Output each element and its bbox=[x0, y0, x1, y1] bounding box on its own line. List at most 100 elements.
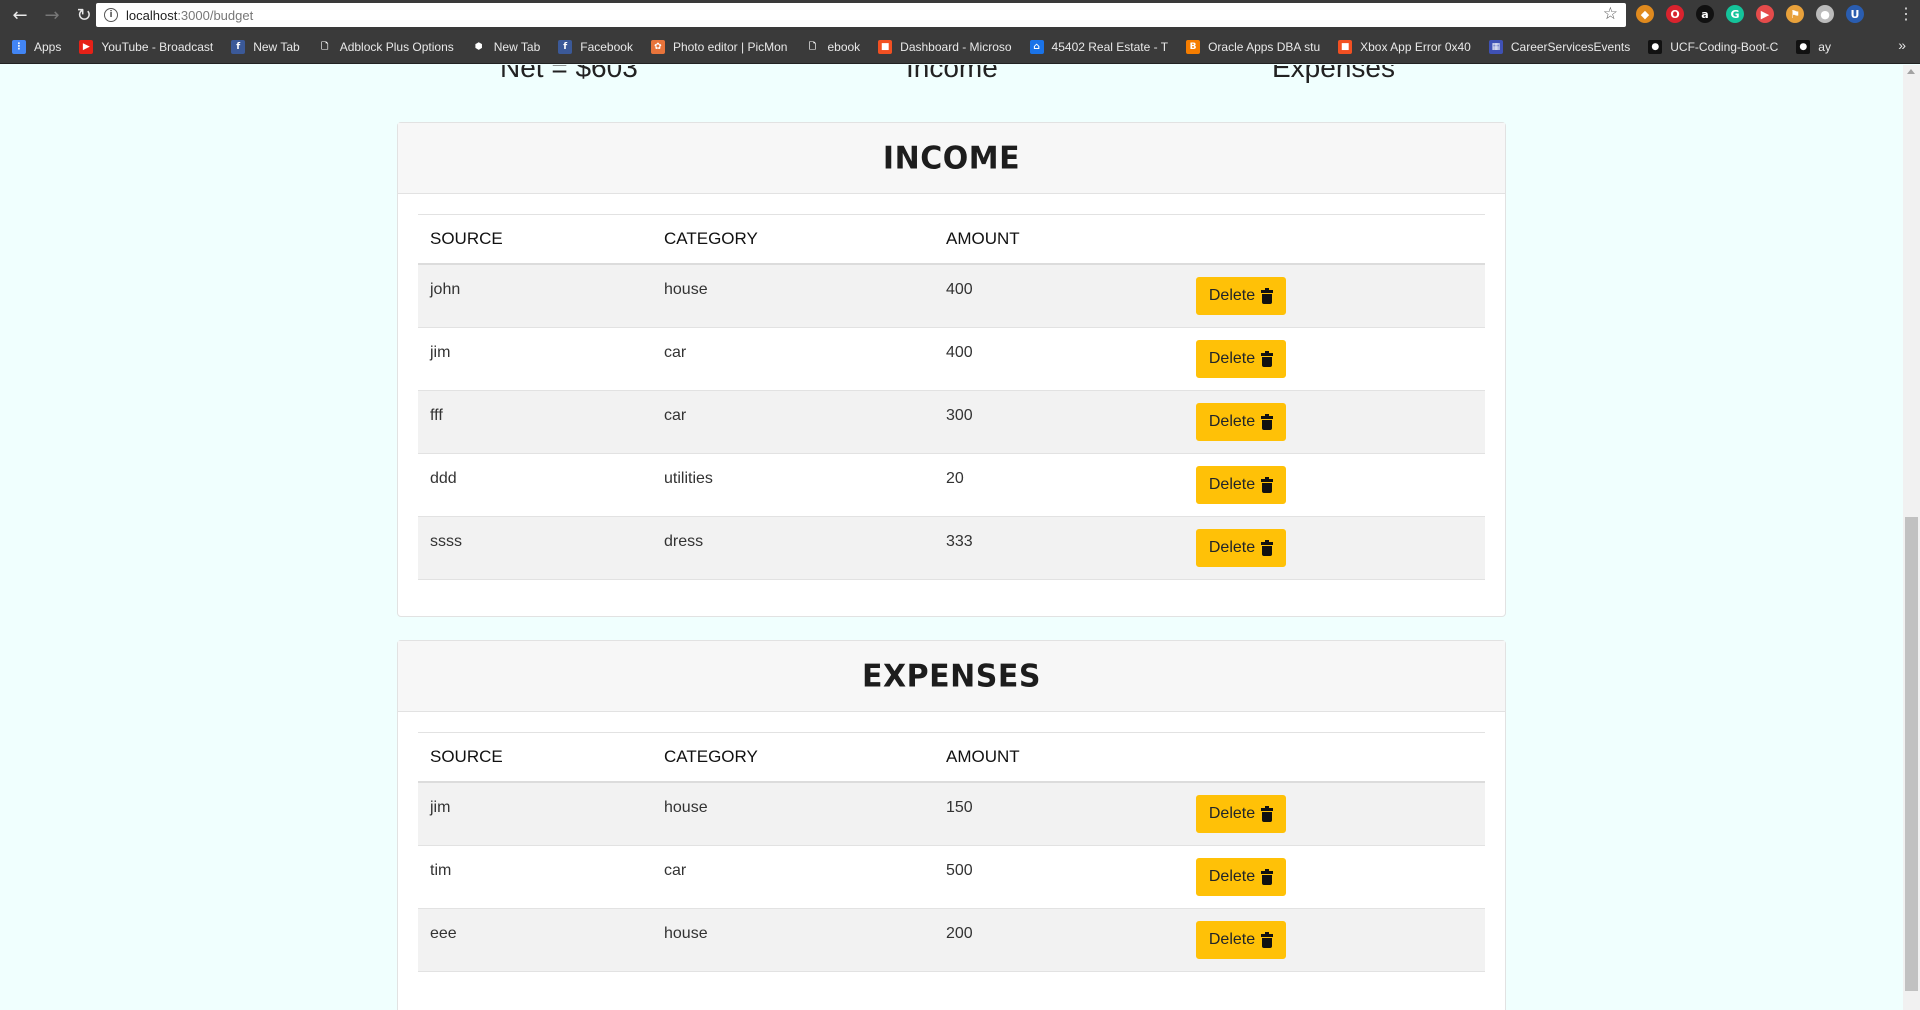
bookmark-label: CareerServicesEvents bbox=[1510, 39, 1631, 54]
bookmark-item[interactable]: 🗋 Adblock Plus Options bbox=[317, 39, 454, 54]
microsoft-icon: ■ bbox=[878, 39, 893, 54]
info-icon[interactable]: i bbox=[104, 8, 118, 22]
delete-button[interactable]: Delete bbox=[1196, 858, 1286, 896]
source-cell: john bbox=[430, 281, 461, 298]
menu-icon[interactable]: ⋮ bbox=[1898, 4, 1914, 24]
bookmark-star-icon[interactable]: ☆ bbox=[1603, 4, 1618, 24]
reload-icon[interactable]: ↻ bbox=[72, 3, 96, 27]
amount-cell: 400 bbox=[946, 281, 973, 298]
delete-button[interactable]: Delete bbox=[1196, 277, 1286, 315]
extensions-area: ◆ Oa G ▶ ⚑ ● U bbox=[1636, 5, 1864, 23]
category-cell: dress bbox=[664, 533, 704, 550]
income-heading[interactable]: Income bbox=[906, 65, 998, 84]
bookmark-item[interactable]: B Oracle Apps DBA stu bbox=[1186, 39, 1321, 54]
bookmark-item[interactable]: ✿ Photo editor | PicMon bbox=[650, 39, 788, 54]
actions-cell: Delete bbox=[1184, 909, 1485, 971]
apps-grid-icon: ⋮ bbox=[12, 39, 26, 54]
delete-button-label: Delete bbox=[1208, 539, 1256, 556]
url-path: :3000/budget bbox=[177, 7, 254, 23]
delete-button[interactable]: Delete bbox=[1196, 466, 1286, 504]
picmonkey-icon: ✿ bbox=[650, 39, 665, 54]
column-header-source: SOURCE bbox=[430, 747, 503, 766]
opera-extension-icon[interactable]: O bbox=[1666, 5, 1684, 23]
delete-button[interactable]: Delete bbox=[1196, 403, 1286, 441]
shield-extension-icon[interactable]: U bbox=[1846, 5, 1864, 23]
trash-icon bbox=[1261, 868, 1274, 885]
bookmark-item[interactable]: ▶ YouTube - Broadcast bbox=[79, 39, 214, 54]
delete-button-label: Delete bbox=[1208, 476, 1256, 493]
circle-extension-icon[interactable]: ● bbox=[1816, 5, 1834, 23]
diamond-extension-icon[interactable]: ◆ bbox=[1636, 5, 1654, 23]
expenses-table-row: tim car 500 Delete bbox=[418, 846, 1485, 909]
bookmark-label: Adblock Plus Options bbox=[339, 39, 454, 54]
bookmark-item[interactable]: ⋮ Apps bbox=[12, 39, 61, 54]
income-table: SOURCE CATEGORY AMOUNT john house 400 Delet… bbox=[418, 214, 1485, 580]
address-bar[interactable]: i localhost:3000/budget ☆ bbox=[96, 3, 1626, 27]
delete-button-label: Delete bbox=[1208, 287, 1256, 304]
source-cell: tim bbox=[430, 862, 452, 879]
delete-button-label: Delete bbox=[1208, 413, 1256, 430]
expenses-table-row: jim house 150 Delete bbox=[418, 783, 1485, 846]
bookmark-item[interactable]: ● ay bbox=[1796, 39, 1831, 54]
delete-button[interactable]: Delete bbox=[1196, 340, 1286, 378]
flag-extension-icon[interactable]: ⚑ bbox=[1786, 5, 1804, 23]
actions-cell: Delete bbox=[1184, 328, 1485, 390]
income-table-header: SOURCE CATEGORY AMOUNT bbox=[418, 215, 1485, 265]
source-cell: eee bbox=[430, 925, 457, 942]
delete-button[interactable]: Delete bbox=[1196, 529, 1286, 567]
bookmark-item[interactable]: ● UCF-Coding-Boot-C bbox=[1648, 39, 1778, 54]
actions-cell: Delete bbox=[1184, 391, 1485, 453]
category-cell: car bbox=[664, 344, 687, 361]
income-table-row: john house 400 Delete bbox=[418, 265, 1485, 328]
bookmark-label: 45402 Real Estate - T bbox=[1051, 39, 1169, 54]
bookmark-label: Photo editor | PicMon bbox=[672, 39, 788, 54]
github-icon: ● bbox=[1796, 39, 1811, 54]
expenses-title: EXPENSES bbox=[862, 657, 1041, 695]
back-arrow-icon[interactable]: ← bbox=[8, 3, 32, 27]
source-cell: fff bbox=[430, 407, 443, 424]
more-bookmarks-icon[interactable]: » bbox=[1898, 37, 1906, 53]
bookmark-label: New Tab bbox=[493, 39, 541, 54]
vertical-scrollbar[interactable] bbox=[1903, 65, 1920, 1010]
expenses-heading[interactable]: Expenses bbox=[1272, 65, 1395, 84]
trash-icon bbox=[1261, 476, 1274, 493]
blogger-icon: B bbox=[1186, 39, 1201, 54]
video-extension-icon[interactable]: ▶ bbox=[1756, 5, 1774, 23]
bookmark-label: YouTube - Broadcast bbox=[101, 39, 214, 54]
bookmark-label: Oracle Apps DBA stu bbox=[1208, 39, 1321, 54]
realestate-icon: ⌂ bbox=[1029, 39, 1044, 54]
scroll-up-arrow-icon[interactable] bbox=[1907, 69, 1915, 74]
category-cell: house bbox=[664, 925, 708, 942]
bookmark-item[interactable]: f Facebook bbox=[558, 39, 633, 54]
grammarly-extension-icon[interactable]: G bbox=[1726, 5, 1744, 23]
amazon-extension-icon[interactable]: a bbox=[1696, 5, 1714, 23]
page-viewport: Net = $603 Income Expenses INCOME SOURCE… bbox=[0, 65, 1903, 1010]
bookmark-item[interactable]: 🗋 ebook bbox=[805, 39, 861, 54]
trash-icon bbox=[1261, 287, 1274, 304]
bookmark-item[interactable]: ⌂ 45402 Real Estate - T bbox=[1029, 39, 1169, 54]
bookmark-item[interactable]: ▦ CareerServicesEvents bbox=[1488, 39, 1631, 54]
bookmark-item[interactable]: ⬢ New Tab bbox=[471, 39, 541, 54]
column-header-amount: AMOUNT bbox=[946, 747, 1020, 766]
bookmark-item[interactable]: ■ Xbox App Error 0x40 bbox=[1338, 39, 1471, 54]
scrollbar-thumb[interactable] bbox=[1905, 517, 1918, 991]
income-table-row: jim car 400 Delete bbox=[418, 328, 1485, 391]
column-header-source: SOURCE bbox=[430, 229, 503, 248]
category-cell: house bbox=[664, 281, 708, 298]
bookmarks-bar: ⋮ Apps ▶ YouTube - Broadcast f New Tab 🗋 Adbloc… bbox=[0, 30, 1920, 64]
bookmark-label: Xbox App Error 0x40 bbox=[1360, 39, 1471, 54]
bookmark-item[interactable]: f New Tab bbox=[231, 39, 300, 54]
delete-button[interactable]: Delete bbox=[1196, 921, 1286, 959]
income-table-row: fff car 300 Delete bbox=[418, 391, 1485, 454]
page-icon: 🗋 bbox=[805, 39, 820, 54]
delete-button-label: Delete bbox=[1208, 931, 1256, 948]
trash-icon bbox=[1261, 931, 1274, 948]
forward-arrow-icon[interactable]: → bbox=[40, 3, 64, 27]
column-header-category: CATEGORY bbox=[664, 747, 758, 766]
bookmark-label: ebook bbox=[827, 39, 861, 54]
bookmark-item[interactable]: ■ Dashboard - Microso bbox=[878, 39, 1012, 54]
trash-icon bbox=[1261, 413, 1274, 430]
delete-button[interactable]: Delete bbox=[1196, 795, 1286, 833]
bookmark-label: Facebook bbox=[580, 39, 633, 54]
source-cell: jim bbox=[430, 344, 451, 361]
